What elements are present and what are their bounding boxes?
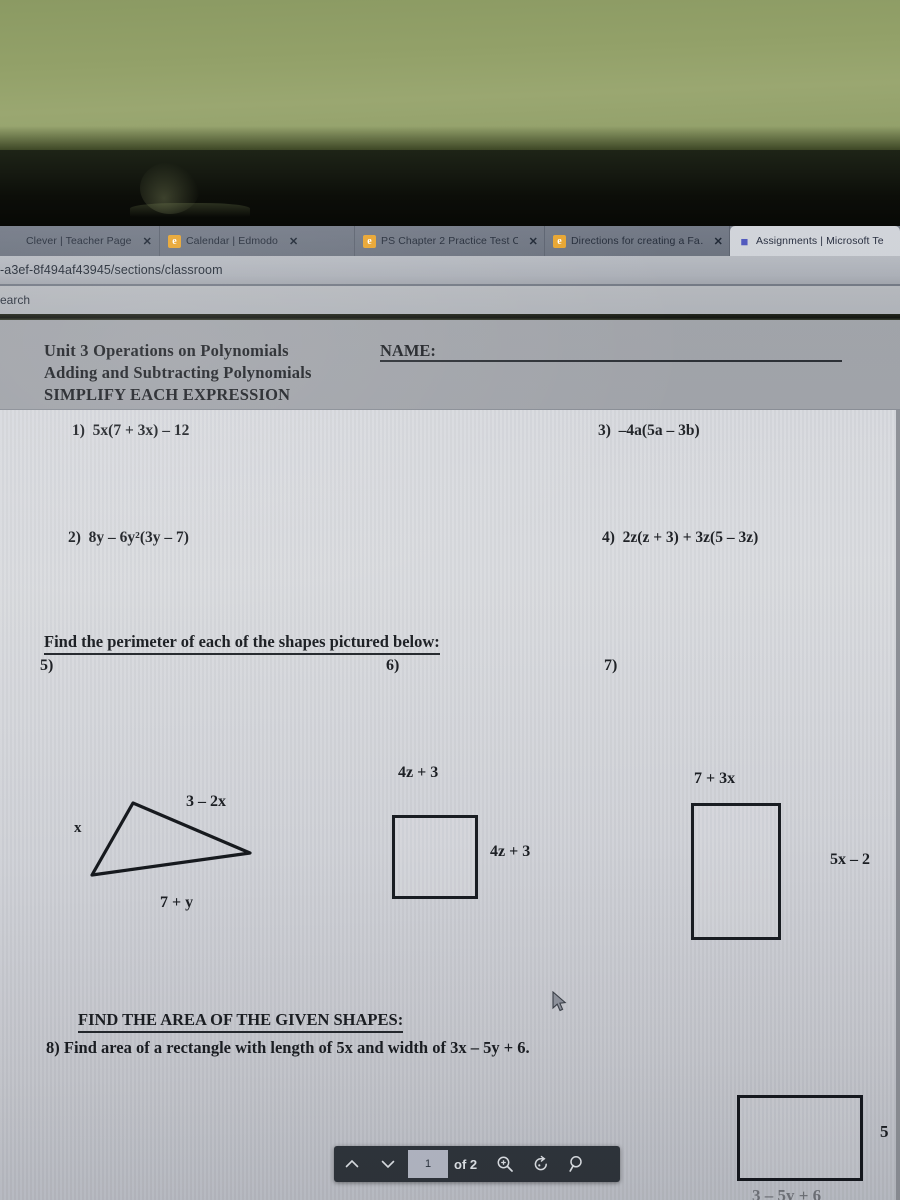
problem-expression: 8y – 6y²(3y – 7) [88, 529, 189, 546]
problem-number: 2) [68, 529, 81, 546]
tab-title: Clever | Teacher Page [26, 235, 132, 247]
browser-tab-directions[interactable]: e Directions for creating a Fa… ✕ [545, 226, 730, 256]
tab-title: Directions for creating a Fa… [571, 235, 703, 247]
browser-tab-teams-assignments[interactable]: ■ Assignments | Microsoft Te [730, 226, 900, 256]
worksheet-title-line3: SIMPLIFY EACH EXPRESSION [44, 384, 291, 404]
square-top-side-label: 4z + 3 [398, 764, 439, 781]
chevron-up-icon [345, 1159, 359, 1168]
tab-title: Assignments | Microsoft Te [756, 235, 884, 247]
wall-background [0, 0, 900, 152]
edmodo-favicon-icon: e [363, 234, 376, 248]
problem-8: 8) Find area of a rectangle with length … [46, 1038, 530, 1057]
browser-address-bar[interactable]: -a3ef-8f494af43945/sections/classroom [0, 256, 900, 286]
close-tab-icon[interactable]: ✕ [714, 235, 723, 248]
problem-expression: 2z(z + 3) + 3z(5 – 3z) [622, 529, 759, 546]
rectangle-shape [691, 803, 781, 940]
worksheet-header: Unit 3 Operations on Polynomials Adding … [44, 340, 312, 406]
edmodo-favicon-icon: e [553, 234, 566, 248]
problem-number: 3) [598, 422, 611, 439]
problem-1: 1) 5x(7 + 3x) – 12 [72, 422, 189, 440]
triangle-top-side-label: 3 – 2x [186, 793, 226, 810]
pdf-toolbar: 1 of 2 [334, 1146, 620, 1182]
close-tab-icon[interactable]: ✕ [529, 235, 538, 248]
close-tab-icon[interactable]: ✕ [143, 235, 152, 248]
triangle-left-side-label: x [74, 820, 82, 836]
chevron-down-icon [381, 1160, 395, 1169]
bottom-rectangle-right-side-label: 5 [880, 1122, 889, 1141]
name-label: NAME: [380, 341, 436, 360]
square-right-side-label: 4z + 3 [490, 843, 531, 860]
url-text[interactable]: -a3ef-8f494af43945/sections/classroom [0, 263, 223, 277]
triangle-shape [80, 790, 270, 890]
triangle-svg [90, 801, 252, 877]
tab-title: PS Chapter 2 Practice Test C [381, 235, 518, 247]
close-tab-icon[interactable]: ✕ [289, 235, 298, 248]
shape-label-7: 7) [604, 657, 618, 674]
area-section-heading: FIND THE AREA OF THE GIVEN SHAPES: [78, 1010, 404, 1033]
browser-tab-edmodo-calendar[interactable]: e Calendar | Edmodo ✕ [160, 226, 355, 256]
problem-number: 1) [72, 422, 85, 439]
name-write-in-rule [380, 360, 842, 362]
problem-3: 3) –4a(5a – 3b) [598, 422, 700, 440]
browser-tab-practice-test[interactable]: e PS Chapter 2 Practice Test C ✕ [355, 226, 545, 256]
square-shape [392, 815, 478, 899]
shape-label-5: 5) [40, 657, 54, 674]
rectangle-right-side-label: 5x – 2 [830, 851, 870, 868]
rectangle-top-side-label: 7 + 3x [694, 770, 736, 787]
search-icon [569, 1156, 582, 1172]
monitor-stand-reflection [130, 203, 250, 217]
problem-2: 2) 8y – 6y²(3y – 7) [68, 529, 189, 547]
tab-title: Calendar | Edmodo [186, 235, 278, 247]
zoom-in-button[interactable] [487, 1146, 523, 1182]
edmodo-favicon-icon: e [168, 234, 181, 248]
browser-tab-strip: Clever | Teacher Page ✕ e Calendar | Edm… [0, 226, 900, 256]
shape-label-6: 6) [386, 657, 400, 674]
previous-page-button[interactable] [334, 1146, 370, 1182]
zoom-in-icon [497, 1156, 513, 1172]
rotate-icon [534, 1155, 548, 1171]
triangle-bottom-side-label: 7 + y [160, 894, 194, 911]
browser-tab-clever[interactable]: Clever | Teacher Page ✕ [0, 226, 160, 256]
bottom-rectangle-bottom-side-label: 3 – 5y + 6 [752, 1186, 822, 1200]
page-favicon-icon [8, 235, 21, 248]
problem-4: 4) 2z(z + 3) + 3z(5 – 3z) [602, 529, 758, 547]
teams-favicon-icon: ■ [740, 233, 749, 249]
worksheet-title-line2: Adding and Subtracting Polynomials [44, 362, 312, 382]
bottom-rectangle-shape [737, 1095, 863, 1181]
pdf-page-edge [896, 410, 900, 1200]
problem-expression: –4a(5a – 3b) [618, 422, 700, 439]
problem-expression: 5x(7 + 3x) – 12 [92, 422, 190, 439]
next-page-button[interactable] [370, 1146, 406, 1182]
page-number-input[interactable]: 1 [408, 1150, 448, 1178]
page-header-strip: earch [0, 286, 900, 314]
worksheet-title-line1: Unit 3 Operations on Polynomials [44, 341, 289, 360]
perimeter-section-heading: Find the perimeter of each of the shapes… [44, 632, 440, 655]
rotate-button[interactable] [523, 1146, 559, 1182]
zoom-out-button[interactable] [559, 1146, 595, 1182]
page-total-label: of 2 [454, 1156, 478, 1172]
search-label[interactable]: earch [0, 293, 30, 307]
pdf-viewer [0, 320, 900, 1200]
problem-number: 4) [602, 529, 615, 546]
